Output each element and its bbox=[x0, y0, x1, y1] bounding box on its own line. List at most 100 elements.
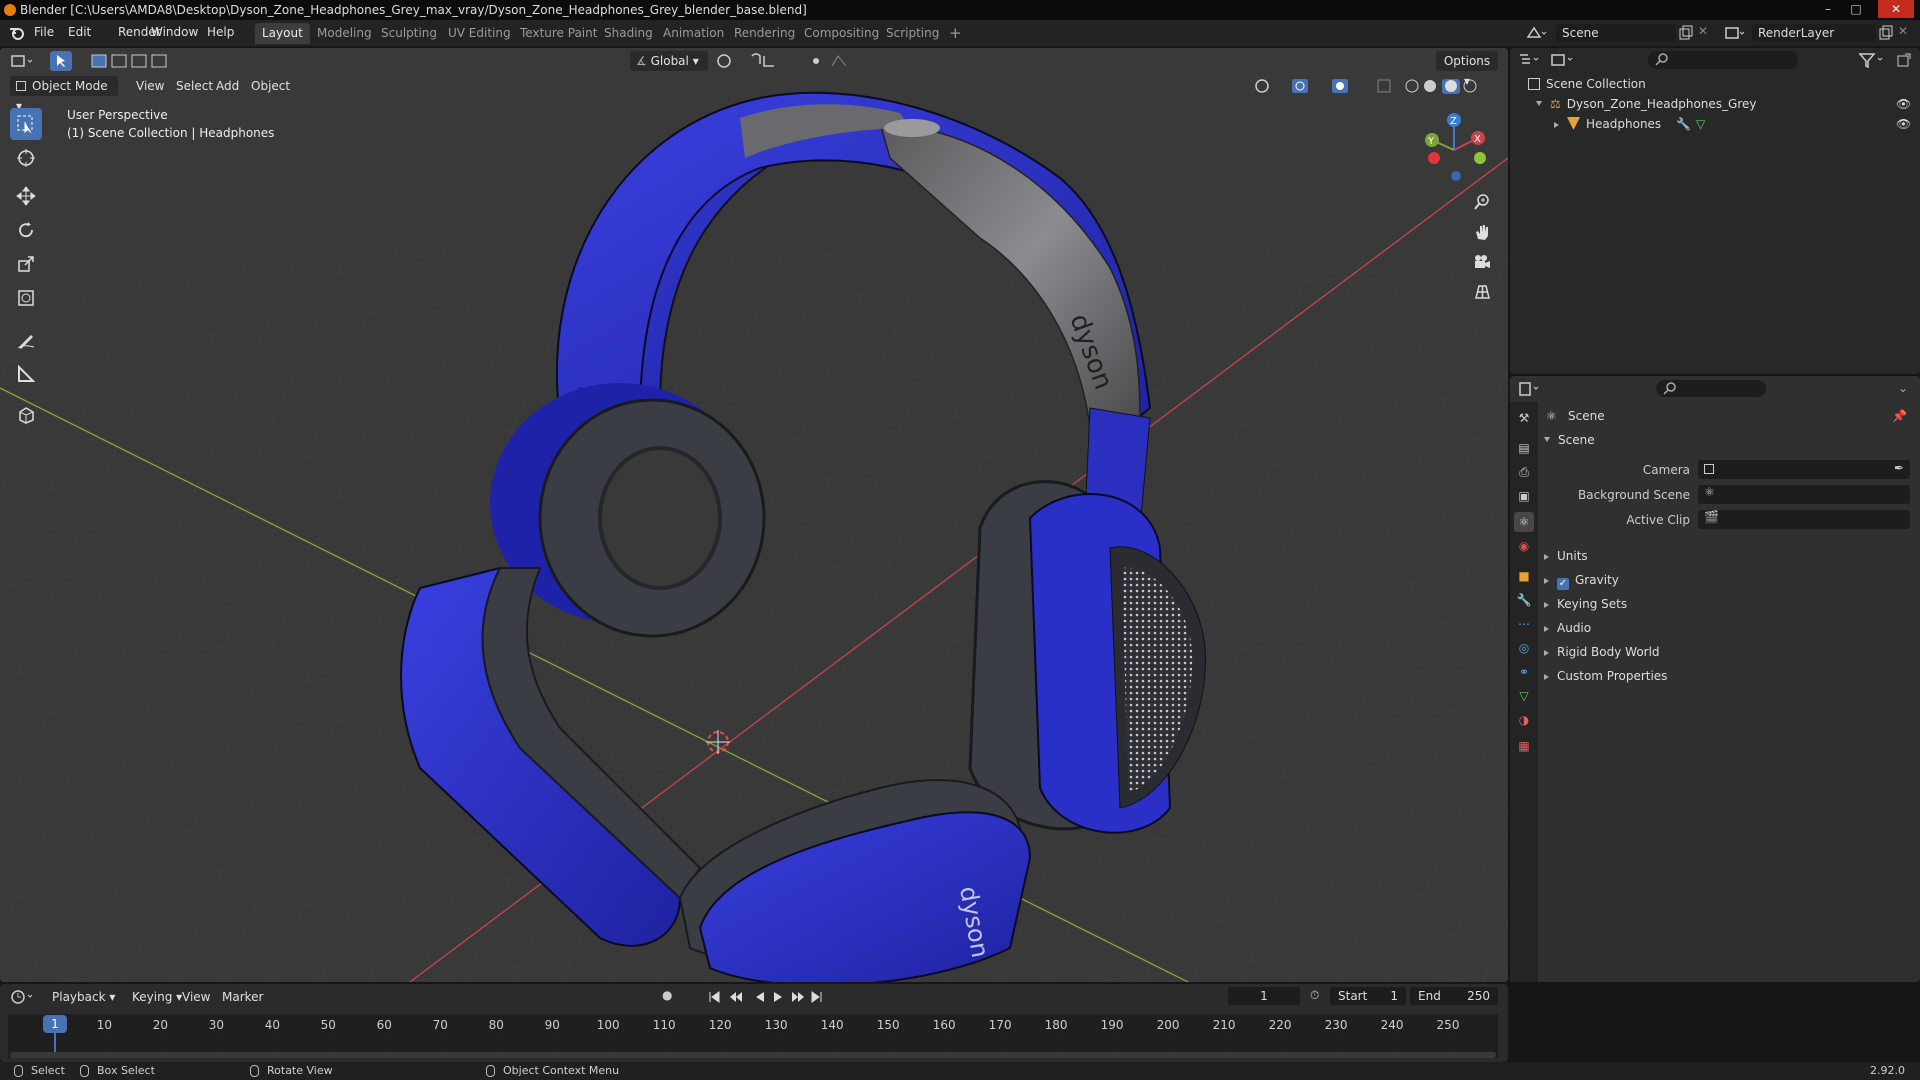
tab-physics[interactable]: ◎ bbox=[1514, 638, 1534, 658]
playhead-frame-indicator[interactable]: 1 bbox=[43, 1015, 67, 1033]
tab-object[interactable]: ■ bbox=[1514, 566, 1534, 586]
outliner-item-headphones[interactable]: Headphones 🔧 ▽ 👁 bbox=[1510, 114, 1920, 134]
select-tool-mode-button[interactable] bbox=[50, 51, 72, 71]
viewport-menu-object[interactable]: Object bbox=[245, 76, 296, 96]
tab-world[interactable]: ◉ bbox=[1514, 536, 1534, 556]
delete-scene-icon[interactable]: ✕ bbox=[1698, 24, 1708, 38]
tool-transform[interactable] bbox=[10, 282, 42, 314]
modifier-wrench-icon[interactable]: 🔧 bbox=[1676, 114, 1691, 134]
camera-field[interactable]: ✒ bbox=[1698, 460, 1910, 479]
tab-texture-paint[interactable]: Texture Paint bbox=[513, 23, 604, 44]
add-workspace-button[interactable]: + bbox=[942, 23, 969, 44]
tab-particles[interactable]: ⋯ bbox=[1514, 614, 1534, 634]
pan-view-button[interactable] bbox=[1468, 218, 1496, 246]
tab-uv-editing[interactable]: UV Editing bbox=[441, 23, 518, 44]
eyedropper-icon[interactable]: ✒ bbox=[1894, 461, 1904, 475]
viewport-shading-icons[interactable] bbox=[1250, 76, 1500, 96]
properties-search-input[interactable] bbox=[1656, 380, 1766, 397]
active-clip-field[interactable]: 🎬 bbox=[1698, 510, 1910, 529]
outliner-scene-collection[interactable]: Scene Collection bbox=[1510, 74, 1920, 94]
tool-rotate[interactable] bbox=[10, 214, 42, 246]
outliner-editor-type-icon[interactable] bbox=[1518, 52, 1542, 68]
panel-audio[interactable]: Audio bbox=[1544, 618, 1914, 638]
panel-keying-sets[interactable]: Keying Sets bbox=[1544, 594, 1914, 614]
constraints-icon: ⚭ bbox=[1518, 665, 1530, 679]
delete-view-layer-icon[interactable]: ✕ bbox=[1898, 24, 1908, 38]
outliner-search-input[interactable] bbox=[1648, 51, 1798, 69]
new-collection-icon[interactable] bbox=[1896, 52, 1912, 68]
tab-render[interactable]: ▤ bbox=[1514, 438, 1534, 458]
display-mode-icon[interactable] bbox=[1550, 52, 1576, 68]
timeline-ruler[interactable]: 10 20 30 40 50 60 70 80 90 100 110 120 130 140 150 160 1… bbox=[0, 984, 1508, 1062]
tool-select-box[interactable] bbox=[10, 108, 42, 140]
filter-icon[interactable] bbox=[1858, 52, 1888, 68]
close-window-button[interactable]: ✕ bbox=[1878, 0, 1914, 18]
timeline-scrollbar[interactable] bbox=[10, 1052, 1496, 1058]
viewport-menu-view[interactable]: View bbox=[130, 76, 170, 96]
chevron-down-icon[interactable]: ⌄ bbox=[1898, 381, 1908, 395]
ruler-label: 250 bbox=[1436, 1018, 1460, 1032]
gravity-checkbox[interactable]: ✓ bbox=[1557, 578, 1569, 590]
tab-compositing[interactable]: Compositing bbox=[797, 23, 886, 44]
panel-rigid-body-world[interactable]: Rigid Body World bbox=[1544, 642, 1914, 662]
menu-help[interactable]: Help bbox=[207, 25, 234, 39]
scene-name-field[interactable]: Scene bbox=[1556, 24, 1676, 42]
3d-viewport[interactable]: dyson dyson Object Mode ▾ View Select Ad… bbox=[0, 48, 1508, 982]
tab-material[interactable]: ◑ bbox=[1514, 710, 1534, 730]
ruler-label: 130 bbox=[764, 1018, 788, 1032]
object-mode-dropdown[interactable]: Object Mode ▾ bbox=[10, 76, 118, 113]
transform-orientation-dropdown[interactable]: ∡ Global ▾ bbox=[630, 51, 708, 71]
viewport-scene[interactable]: dyson dyson bbox=[0, 48, 1508, 982]
tool-annotate[interactable] bbox=[10, 324, 42, 356]
minimize-button[interactable]: – bbox=[1816, 0, 1840, 18]
tab-texture[interactable]: ▦ bbox=[1514, 736, 1534, 756]
zoom-view-button[interactable] bbox=[1468, 188, 1496, 216]
mesh-data-icon[interactable]: ▽ bbox=[1696, 114, 1705, 134]
camera-view-button[interactable] bbox=[1468, 248, 1496, 276]
scene-browse-icon[interactable] bbox=[1526, 25, 1548, 41]
menu-window[interactable]: Window bbox=[151, 25, 198, 39]
panel-custom-properties[interactable]: Custom Properties bbox=[1544, 666, 1914, 686]
editor-type-icon[interactable] bbox=[10, 53, 36, 69]
tab-shading[interactable]: Shading bbox=[597, 23, 660, 44]
tab-tool[interactable]: ⚒ bbox=[1514, 408, 1534, 428]
maximize-button[interactable]: □ bbox=[1844, 0, 1868, 18]
tool-cursor[interactable] bbox=[10, 142, 42, 174]
blender-menu-icon[interactable] bbox=[8, 25, 26, 41]
tool-scale[interactable] bbox=[10, 248, 42, 280]
tool-add-cube[interactable] bbox=[10, 398, 42, 430]
options-dropdown[interactable]: Options ▾ bbox=[1436, 51, 1498, 88]
new-view-layer-icon[interactable] bbox=[1878, 25, 1894, 41]
ortho-toggle-button[interactable] bbox=[1468, 278, 1496, 306]
tool-move[interactable] bbox=[10, 180, 42, 212]
panel-units[interactable]: Units bbox=[1544, 546, 1914, 566]
tab-modeling[interactable]: Modeling bbox=[310, 23, 379, 44]
background-scene-field[interactable]: ⚛ bbox=[1698, 485, 1910, 504]
scene-panel-header[interactable]: Scene bbox=[1544, 430, 1914, 450]
tab-modifiers[interactable]: 🔧 bbox=[1514, 590, 1534, 610]
tab-animation[interactable]: Animation bbox=[656, 23, 731, 44]
menu-file[interactable]: File bbox=[34, 25, 54, 39]
tab-scripting[interactable]: Scripting bbox=[879, 23, 946, 44]
properties-editor-type-icon[interactable] bbox=[1518, 381, 1542, 397]
snapping-proportional-icons[interactable] bbox=[714, 52, 864, 70]
viewport-menu-add[interactable]: Add bbox=[210, 76, 245, 96]
navigation-gizmo[interactable]: Z X Y bbox=[1414, 110, 1494, 190]
selection-mode-icons[interactable] bbox=[90, 52, 184, 70]
tab-sculpting[interactable]: Sculpting bbox=[374, 23, 444, 44]
tab-layout[interactable]: Layout bbox=[255, 23, 310, 44]
outliner-item-collection[interactable]: ⚖ Dyson_Zone_Headphones_Grey 👁 bbox=[1510, 94, 1920, 114]
visibility-eye-icon[interactable]: 👁 bbox=[1896, 114, 1911, 134]
menu-edit[interactable]: Edit bbox=[68, 25, 91, 39]
new-scene-icon[interactable] bbox=[1678, 25, 1694, 41]
view-layer-browse-icon[interactable] bbox=[1724, 25, 1746, 41]
tab-rendering[interactable]: Rendering bbox=[727, 23, 802, 44]
tab-mesh-data[interactable]: ▽ bbox=[1514, 686, 1534, 706]
material-icon: ◑ bbox=[1518, 713, 1530, 727]
pin-icon[interactable]: 📌 bbox=[1892, 406, 1907, 426]
tool-measure[interactable] bbox=[10, 358, 42, 390]
visibility-eye-icon[interactable]: 👁 bbox=[1896, 94, 1911, 114]
panel-gravity[interactable]: ✓ Gravity bbox=[1544, 570, 1914, 590]
view-layer-field[interactable]: RenderLayer bbox=[1752, 24, 1876, 42]
tab-constraints[interactable]: ⚭ bbox=[1514, 662, 1534, 682]
